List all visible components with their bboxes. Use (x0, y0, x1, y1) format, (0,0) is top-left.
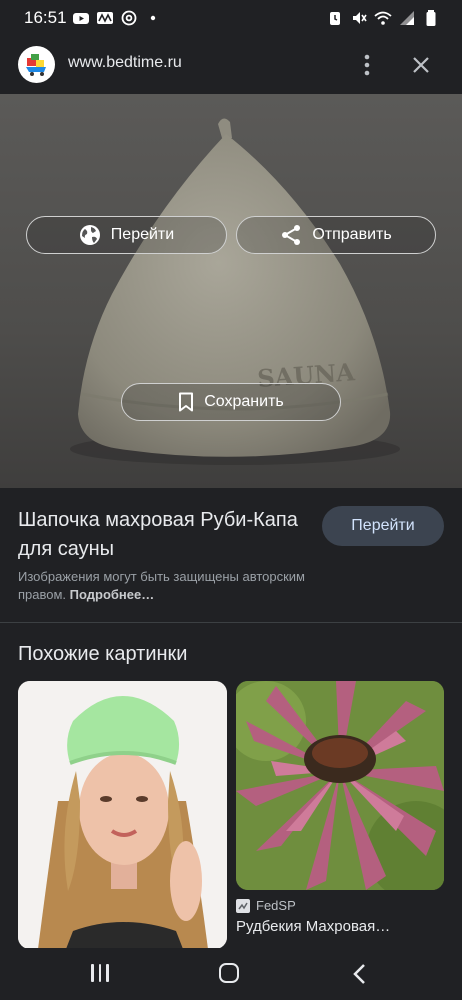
signal-icon (400, 11, 414, 25)
close-button[interactable] (408, 52, 434, 78)
learn-more-link[interactable]: Подробнее… (70, 587, 155, 602)
home-button[interactable] (219, 963, 239, 983)
more-options-button[interactable] (354, 52, 380, 78)
similar-image-source: FedSP (236, 898, 296, 913)
visit-label: Перейти (351, 517, 415, 534)
share-icon (282, 225, 301, 245)
recents-icon (91, 964, 94, 982)
save-button[interactable]: Сохранить (121, 383, 341, 421)
similar-image-title[interactable]: Рудбекия Махровая… (236, 918, 390, 935)
status-notification-icons (72, 9, 162, 27)
mail-icon (97, 12, 113, 24)
site-favicon-icon (236, 898, 250, 913)
image-info-panel: Шапочка махровая Руби-Капа для сауны Пер… (0, 488, 462, 622)
copyright-text: Изображения могут быть защищены авторски… (18, 569, 305, 602)
battery-icon (426, 10, 436, 26)
site-url[interactable]: www.bedtime.ru (68, 54, 182, 72)
mute-icon (353, 12, 367, 24)
back-button[interactable] (350, 962, 370, 986)
section-divider (0, 622, 462, 623)
recents-icon (98, 964, 102, 982)
status-bar: 16:51 (0, 0, 462, 36)
similar-images-heading: Похожие картинки (18, 643, 188, 665)
save-label: Сохранить (204, 393, 284, 410)
at-icon (121, 10, 137, 26)
bookmark-icon (179, 392, 194, 412)
image-title[interactable]: Шапочка махровая Руби-Капа для сауны (18, 506, 310, 564)
alarm-icon (330, 12, 340, 25)
dot-icon (150, 15, 156, 21)
preview-header: www.bedtime.ru (0, 36, 462, 94)
goto-label: Перейти (110, 226, 175, 243)
site-favicon[interactable] (18, 46, 55, 83)
youtube-icon (73, 13, 89, 24)
status-time: 16:51 (24, 8, 67, 27)
share-button[interactable]: Отправить (236, 216, 436, 254)
similar-image-card[interactable] (18, 681, 227, 949)
wifi-icon (374, 11, 392, 25)
echinacea-flower-image (236, 681, 444, 890)
goto-button[interactable]: Перейти (26, 216, 227, 254)
similar-image-source-name: FedSP (256, 898, 296, 913)
close-icon (413, 57, 429, 73)
visit-button[interactable]: Перейти (322, 506, 444, 546)
share-label: Отправить (312, 226, 392, 243)
woman-in-turban-image (18, 681, 227, 949)
sauna-hat-image: SAUNA (70, 118, 400, 465)
system-nav-bar (0, 948, 462, 1000)
globe-icon (79, 225, 100, 245)
copyright-notice: Изображения могут быть защищены авторски… (18, 568, 338, 604)
more-vert-icon (364, 54, 370, 76)
recents-icon (106, 964, 109, 982)
recents-button[interactable] (88, 964, 112, 984)
image-preview[interactable]: SAUNA Перейти Отправить Сохранить (0, 94, 462, 488)
similar-image-card[interactable] (236, 681, 444, 890)
status-system-icons (326, 9, 440, 27)
cart-logo-icon (25, 53, 46, 76)
